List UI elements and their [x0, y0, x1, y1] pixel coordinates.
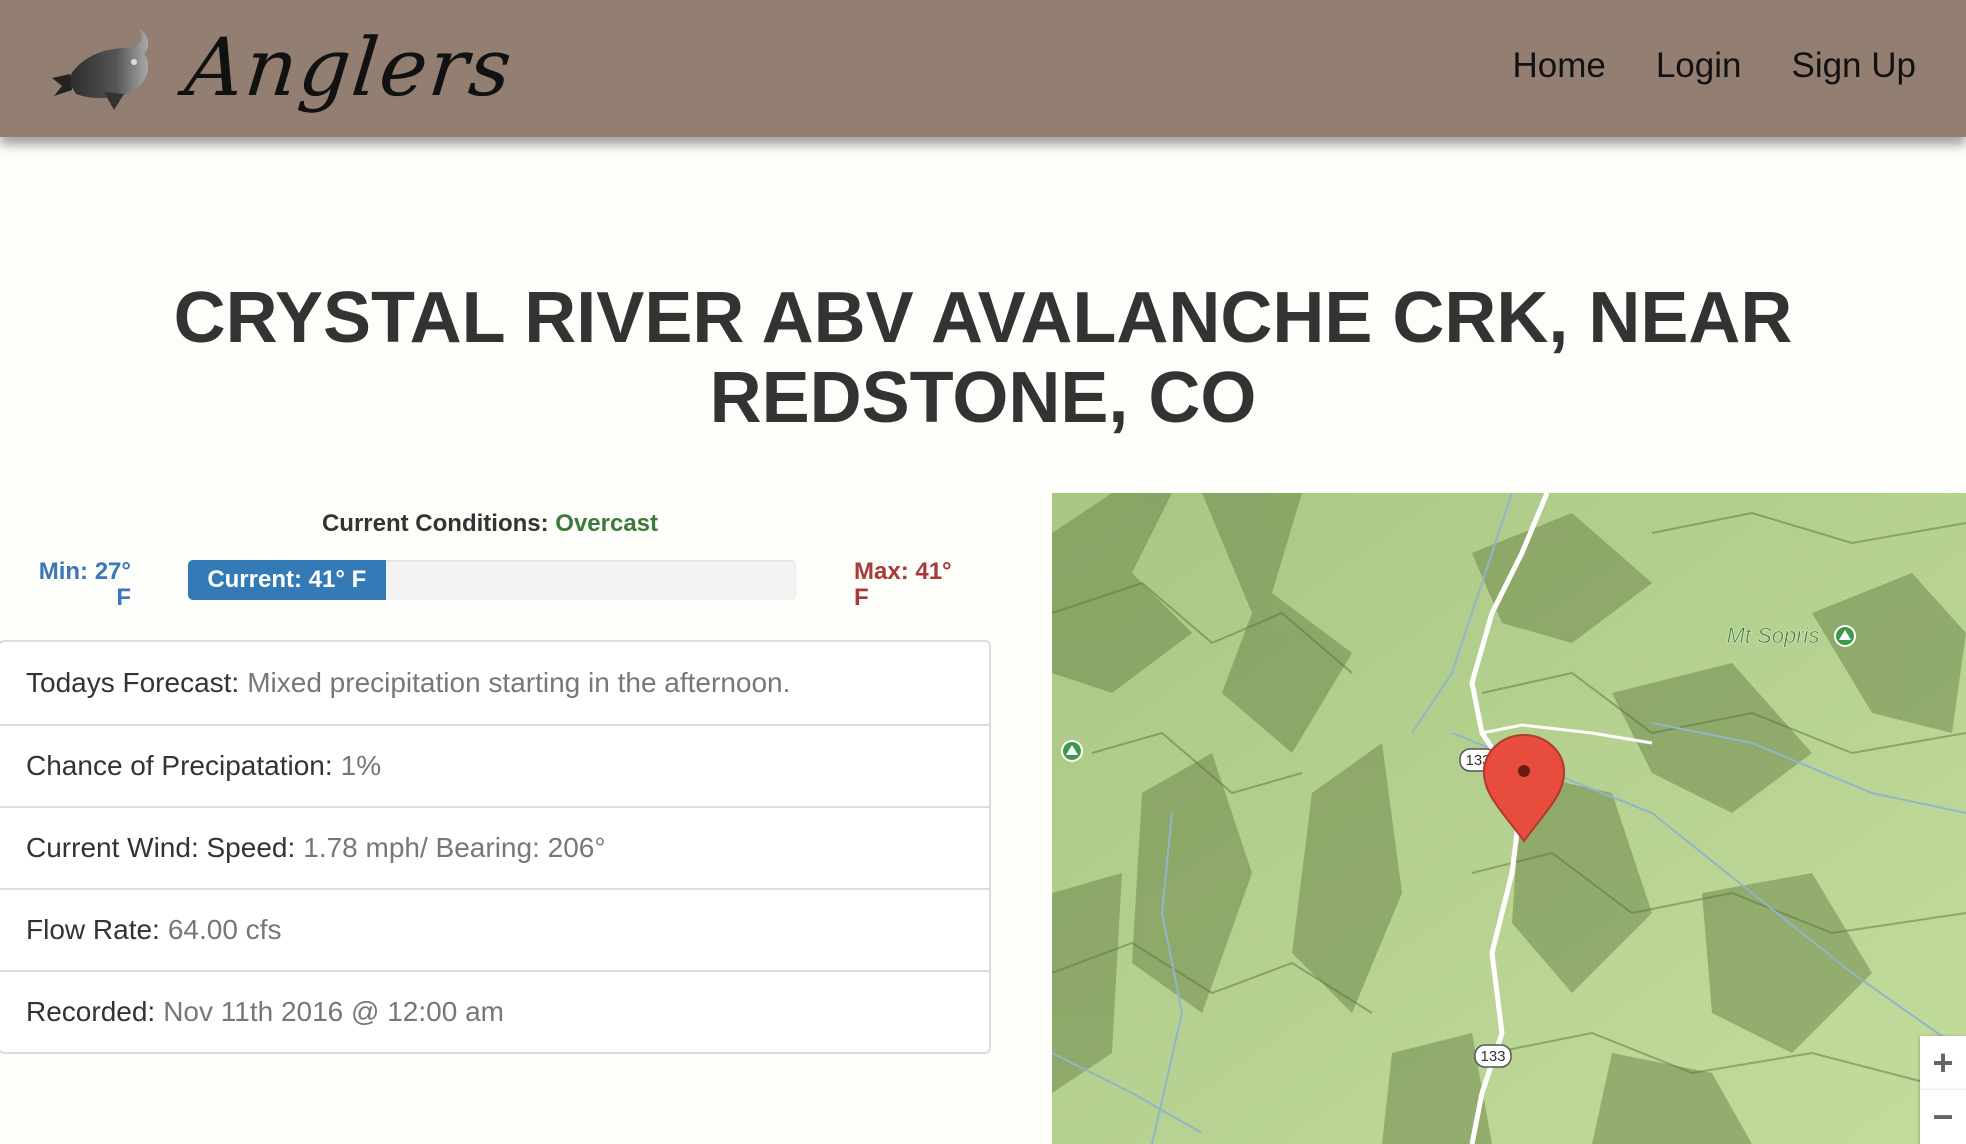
temperature-progress-bar: Current: 41° F	[188, 560, 386, 600]
list-item-precipitation: Chance of Precipatation: 1%	[0, 724, 989, 806]
park-icon	[1061, 740, 1083, 762]
list-item-flow-rate: Flow Rate: 64.00 cfs	[0, 888, 989, 970]
brand-name: Anglers	[181, 21, 518, 114]
list-item-wind: Current Wind: Speed: 1.78 mph/ Bearing: …	[0, 806, 989, 888]
detail-label: Chance of Precipatation:	[26, 750, 333, 781]
detail-value: 64.00 cfs	[167, 914, 282, 945]
brand[interactable]: Anglers	[48, 18, 518, 118]
detail-label: Todays Forecast:	[26, 667, 240, 698]
detail-label: Flow Rate:	[26, 914, 160, 945]
temp-max: Max: 41° F	[854, 558, 952, 611]
detail-label: Recorded:	[26, 996, 156, 1027]
detail-value: Mixed precipitation starting in the afte…	[247, 667, 791, 698]
peak-label: Mt Sopris	[1727, 623, 1820, 648]
route-label: 133	[1480, 1048, 1505, 1065]
list-item-forecast: Todays Forecast: Mixed precipitation sta…	[0, 642, 989, 724]
temp-min: Min: 27° F	[38, 558, 131, 611]
conditions-label: Current Conditions:	[321, 510, 549, 537]
fish-logo-icon	[52, 28, 149, 110]
conditions-value: Overcast	[555, 510, 659, 537]
list-item-recorded: Recorded: Nov 11th 2016 @ 12:00 am	[0, 970, 989, 1052]
current-conditions: Current Conditions: Overcast	[0, 510, 980, 538]
temperature-progress: Current: 41° F	[188, 560, 796, 600]
detail-value: 1%	[340, 750, 382, 781]
nav-links: Home Login Sign Up	[1512, 46, 1916, 86]
top-navbar: Anglers Home Login Sign Up	[0, 0, 1966, 137]
details-list: Todays Forecast: Mixed precipitation sta…	[0, 640, 991, 1054]
zoom-in-button[interactable]: +	[1920, 1036, 1966, 1090]
nav-login-link[interactable]: Login	[1656, 46, 1742, 86]
terrain-map[interactable]: 133 133 Mt Sopris + −	[1052, 493, 1966, 1144]
detail-label: Current Wind: Speed:	[26, 832, 296, 863]
detail-value: Nov 11th 2016 @ 12:00 am	[163, 996, 504, 1027]
nav-home-link[interactable]: Home	[1512, 46, 1605, 86]
station-title: CRYSTAL RIVER ABV AVALANCHE CRK, NEAR RE…	[173, 278, 1793, 438]
park-icon	[1834, 625, 1856, 647]
map-canvas[interactable]: 133 133 Mt Sopris	[1052, 493, 1966, 1144]
nav-signup-link[interactable]: Sign Up	[1791, 46, 1916, 86]
detail-value: 1.78 mph/ Bearing: 206°	[303, 832, 606, 863]
zoom-out-button[interactable]: −	[1920, 1090, 1966, 1144]
